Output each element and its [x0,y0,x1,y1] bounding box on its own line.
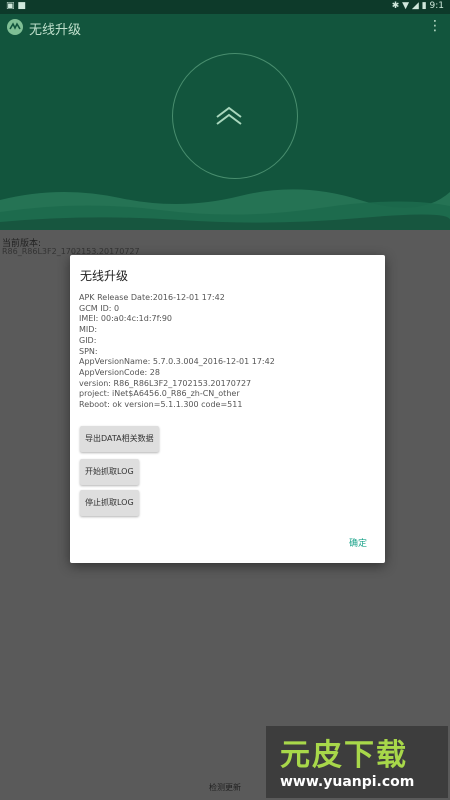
chevron-up-icon [216,106,242,125]
ok-button[interactable]: 确定 [349,536,367,549]
app-logo-icon [7,19,23,35]
info-line: project: iNet$A6456.0_R86_zh-CN_other [79,389,240,399]
info-line: Reboot: ok version=5.1.1.300 code=511 [79,400,243,410]
info-line: GID: [79,335,97,345]
start-log-button[interactable]: 开始抓取LOG [80,459,139,485]
status-bar: ▣ ■ ✱ ▼ ◢ ▮ 9:1 [0,0,450,14]
info-line: APK Release Date:2016-12-01 17:42 [79,293,225,302]
export-data-button[interactable]: 导出DATA相关数据 [80,426,159,452]
hero-banner [0,40,450,230]
info-line: AppVersionName: 5.7.0.3.004_2016-12-01 1… [79,357,275,367]
app-header: 无线升级 ⋮ [0,14,450,40]
info-line: SPN: [79,346,98,356]
info-line: IMEI: 00:a0:4c:1d:7f:90 [79,314,173,324]
watermark-url: www.yuanpi.com [280,774,415,790]
dialog-title: 无线升级 [80,269,129,283]
info-line: GCM ID: 0 [79,303,120,313]
status-system-icons: ✱ ▼ ◢ ▮ 9:1 [391,1,444,11]
overflow-menu-icon[interactable]: ⋮ [428,18,442,34]
stop-log-button[interactable]: 停止抓取LOG [80,490,139,516]
watermark: 元皮下载 www.yuanpi.com [266,726,448,798]
info-line: MID: [79,325,98,335]
watermark-text: 元皮下载 [280,738,408,773]
info-dialog: 无线升级 APK Release Date:2016-12-01 17:42 G… [70,255,385,563]
hero-waves [0,189,450,230]
info-line: version: R86_R86L3F2_1702153.20170727 [79,378,252,388]
info-line: AppVersionCode: 28 [79,367,160,377]
status-notification-icons: ▣ ■ [6,1,26,11]
app-title: 无线升级 [29,23,82,38]
dialog-info-list: APK Release Date:2016-12-01 17:42 GCM ID… [79,293,275,411]
